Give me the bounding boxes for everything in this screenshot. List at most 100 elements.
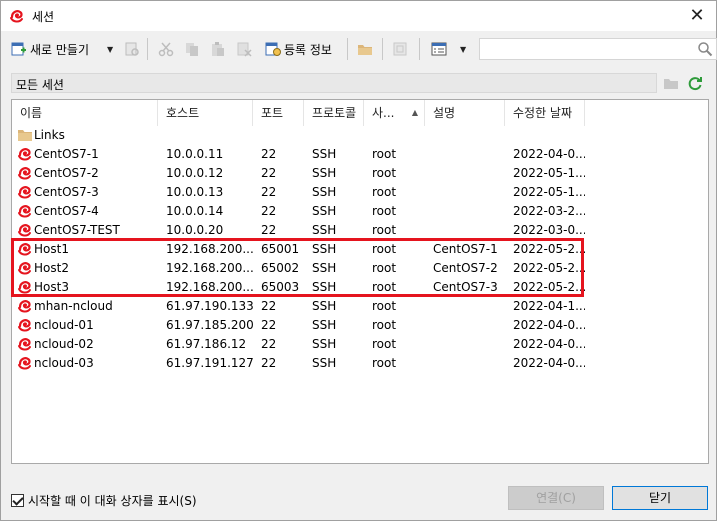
- session-host: 10.0.0.12: [166, 164, 253, 183]
- new-session-dropdown[interactable]: ▼: [107, 37, 113, 61]
- session-host-text: 61.97.186.12: [166, 337, 247, 351]
- properties-icon: [124, 41, 140, 57]
- connect-button[interactable]: 연결(C): [508, 486, 604, 510]
- session-icon: [17, 203, 33, 219]
- session-icon: [17, 336, 33, 352]
- session-user: root: [372, 316, 425, 335]
- view-mode-button[interactable]: [431, 37, 447, 61]
- column-header-user[interactable]: 사... ▲: [364, 100, 425, 126]
- session-protocol: SSH: [312, 335, 364, 354]
- column-header-host[interactable]: 호스트: [158, 100, 253, 126]
- session-modified-date-text: 2022-05-1...: [513, 185, 585, 199]
- session-protocol: SSH: [312, 259, 364, 278]
- session-protocol-text: SSH: [312, 204, 337, 218]
- session-modified-date-text: 2022-03-2...: [513, 204, 585, 218]
- session-modified-date: [513, 126, 585, 145]
- session-host-text: 10.0.0.11: [166, 147, 224, 161]
- session-name: ncloud-01: [12, 316, 158, 335]
- table-row[interactable]: ncloud-01 61.97.185.200 22 SSH root 2022-04-0…: [12, 316, 708, 335]
- session-name-text: CentOS7-2: [34, 166, 99, 180]
- session-name-text: Links: [34, 128, 65, 142]
- session-icon: [17, 260, 33, 276]
- session-modified-date: 2022-05-2...: [513, 240, 585, 259]
- copy-button[interactable]: [184, 37, 200, 61]
- session-protocol-text: SSH: [312, 356, 337, 370]
- register-info-label: 등록 정보: [284, 42, 332, 57]
- column-header-port[interactable]: 포트: [253, 100, 304, 126]
- session-description: [433, 164, 505, 183]
- column-header-name[interactable]: 이름: [12, 100, 158, 126]
- session-user: root: [372, 202, 425, 221]
- path-bar: 모든 세션: [11, 73, 657, 93]
- table-row[interactable]: Host3 192.168.200.... 65003 SSH root CentOS7-…: [12, 278, 708, 297]
- table-row[interactable]: ncloud-02 61.97.186.12 22 SSH root 2022-04-0.…: [12, 335, 708, 354]
- refresh-icon[interactable]: [687, 75, 703, 91]
- folder-row[interactable]: Links: [12, 126, 708, 145]
- folder-up-icon[interactable]: [663, 75, 679, 91]
- new-session-button[interactable]: 새로 만들기: [11, 37, 89, 61]
- table-row[interactable]: Host2 192.168.200.... 65002 SSH root CentOS7-…: [12, 259, 708, 278]
- session-icon: [17, 279, 33, 295]
- session-protocol: SSH: [312, 221, 364, 240]
- cut-button[interactable]: [158, 37, 174, 61]
- session-name: CentOS7-TEST: [12, 221, 158, 240]
- table-row[interactable]: Host1 192.168.200.... 65001 SSH root CentOS7-…: [12, 240, 708, 259]
- paste-icon: [210, 41, 226, 57]
- search-input[interactable]: [480, 39, 690, 59]
- search-icon[interactable]: [697, 41, 713, 60]
- session-name-text: CentOS7-TEST: [34, 223, 120, 237]
- close-button[interactable]: 닫기: [612, 486, 708, 510]
- delete-button[interactable]: [236, 37, 252, 61]
- view-mode-dropdown[interactable]: ▼: [460, 37, 466, 61]
- session-user-text: root: [372, 223, 397, 237]
- register-info-button[interactable]: 등록 정보: [265, 37, 332, 61]
- session-description-text: CentOS7-3: [433, 280, 498, 294]
- session-user-text: root: [372, 356, 397, 370]
- session-port-text: 22: [261, 337, 277, 351]
- blank-page-button[interactable]: [392, 37, 408, 61]
- toolbar-separator: [347, 38, 348, 60]
- startup-checkbox-label: 시작할 때 이 대화 상자를 표시(S): [28, 494, 197, 508]
- table-row[interactable]: CentOS7-TEST 10.0.0.20 22 SSH root 2022-03-0.…: [12, 221, 708, 240]
- close-icon[interactable]: ✕: [684, 4, 710, 28]
- session-icon: [17, 317, 33, 333]
- session-name-text: ncloud-02: [34, 337, 94, 351]
- session-port-text: 22: [261, 204, 277, 218]
- search-field[interactable]: [479, 38, 717, 60]
- session-host: 10.0.0.13: [166, 183, 253, 202]
- session-user: [372, 126, 425, 145]
- column-header-modified[interactable]: 수정한 날짜: [505, 100, 585, 126]
- session-description: CentOS7-3: [433, 278, 505, 297]
- session-description-text: CentOS7-2: [433, 261, 498, 275]
- paste-button[interactable]: [210, 37, 226, 61]
- session-host: [166, 126, 253, 145]
- table-row[interactable]: CentOS7-4 10.0.0.14 22 SSH root 2022-03-2...: [12, 202, 708, 221]
- session-host: 10.0.0.20: [166, 221, 253, 240]
- session-description: [433, 202, 505, 221]
- startup-checkbox[interactable]: 시작할 때 이 대화 상자를 표시(S): [11, 492, 197, 509]
- view-list-icon: [431, 41, 447, 57]
- session-name-text: CentOS7-3: [34, 185, 99, 199]
- table-row[interactable]: mhan-ncloud 61.97.190.133 22 SSH root 2022-04…: [12, 297, 708, 316]
- properties-button[interactable]: [124, 37, 140, 61]
- session-modified-date-text: 2022-04-0...: [513, 147, 585, 161]
- table-row[interactable]: CentOS7-3 10.0.0.13 22 SSH root 2022-05-1...: [12, 183, 708, 202]
- session-user-text: root: [372, 318, 397, 332]
- session-name-text: Host1: [34, 242, 69, 256]
- table-row[interactable]: ncloud-03 61.97.191.127 22 SSH root 2022-04-0…: [12, 354, 708, 373]
- session-port: 22: [261, 316, 304, 335]
- checkbox-checked-icon[interactable]: [11, 494, 24, 507]
- session-modified-date: 2022-03-0...: [513, 221, 585, 240]
- session-host-text: 10.0.0.12: [166, 166, 224, 180]
- session-port: 22: [261, 221, 304, 240]
- column-header-description[interactable]: 설명: [425, 100, 505, 126]
- table-row[interactable]: CentOS7-2 10.0.0.12 22 SSH root 2022-05-1...: [12, 164, 708, 183]
- new-folder-button[interactable]: [357, 37, 373, 61]
- session-user: root: [372, 297, 425, 316]
- session-modified-date: 2022-04-0...: [513, 145, 585, 164]
- table-row[interactable]: CentOS7-1 10.0.0.11 22 SSH root 2022-04-0...: [12, 145, 708, 164]
- session-name: CentOS7-3: [12, 183, 158, 202]
- session-modified-date: 2022-04-0...: [513, 335, 585, 354]
- session-protocol-text: SSH: [312, 337, 337, 351]
- column-header-protocol[interactable]: 프로토콜: [304, 100, 364, 126]
